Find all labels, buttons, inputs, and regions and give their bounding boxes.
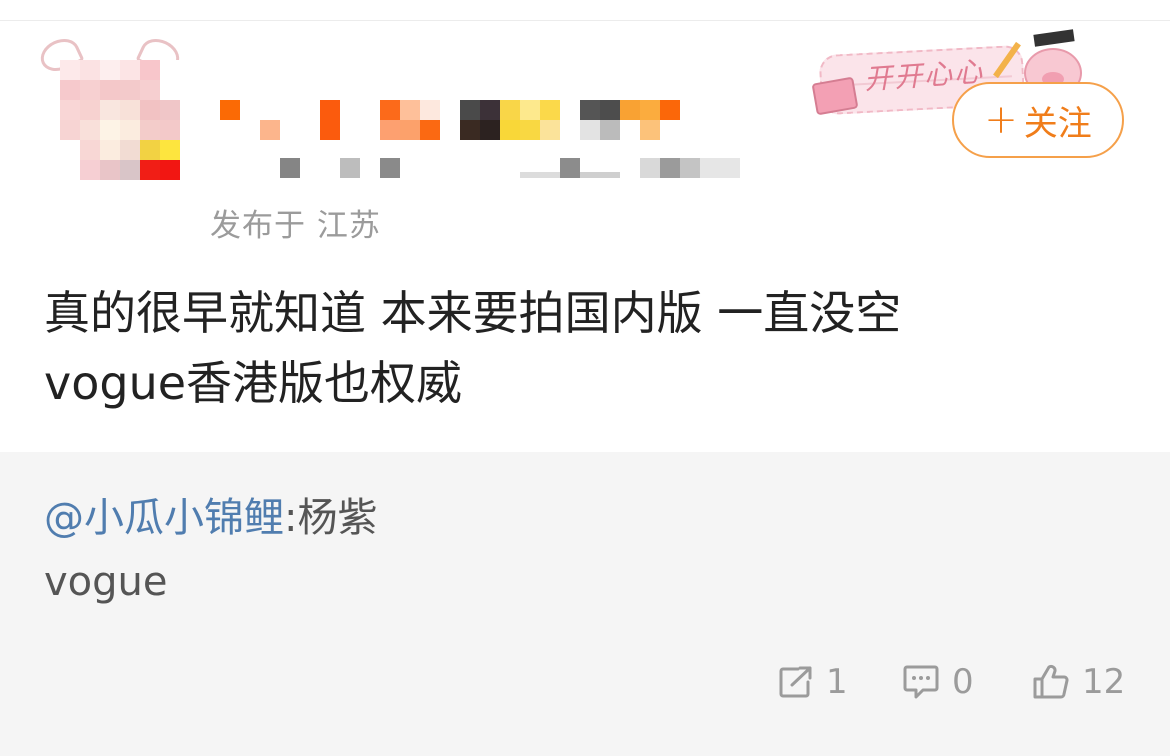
- like-button[interactable]: 12: [1032, 662, 1125, 702]
- post-content-line: 真的很早就知道 本来要拍国内版 一直没空: [44, 286, 902, 340]
- comment-button[interactable]: 0: [902, 662, 974, 702]
- post-content-line: vogue香港版也权威: [44, 356, 463, 410]
- quoted-post[interactable]: @小瓜小锦鲤:杨紫 vogue 1 0 12: [0, 452, 1170, 756]
- like-count: 12: [1082, 662, 1126, 702]
- avatar[interactable]: [35, 32, 185, 205]
- forward-icon: [779, 666, 812, 698]
- graduation-hat-icon: [1033, 29, 1075, 47]
- quote-text-line1: 杨紫: [297, 495, 378, 541]
- avatar-mosaic: [60, 60, 180, 200]
- post-location: 发布于 江苏: [210, 208, 381, 244]
- post-content: 真的很早就知道 本来要拍国内版 一直没空 vogue香港版也权威: [44, 278, 1134, 418]
- comment-icon: [903, 665, 939, 699]
- quote-text-line2: vogue: [44, 559, 168, 605]
- follow-button[interactable]: + 关注: [952, 82, 1124, 158]
- top-divider: [0, 20, 1170, 21]
- forward-count: 1: [826, 662, 848, 702]
- username-redacted[interactable]: [220, 100, 690, 140]
- mention-link[interactable]: @小瓜小锦鲤: [44, 495, 284, 541]
- forward-button[interactable]: 1: [778, 662, 848, 702]
- quote-separator: :: [284, 495, 298, 541]
- like-icon: [1033, 664, 1069, 699]
- plus-icon: +: [984, 97, 1018, 143]
- quoted-post-text: @小瓜小锦鲤:杨紫 vogue: [44, 486, 377, 614]
- follow-label: 关注: [1023, 103, 1092, 144]
- comment-count: 0: [952, 662, 974, 702]
- subtitle-redacted: [280, 158, 740, 182]
